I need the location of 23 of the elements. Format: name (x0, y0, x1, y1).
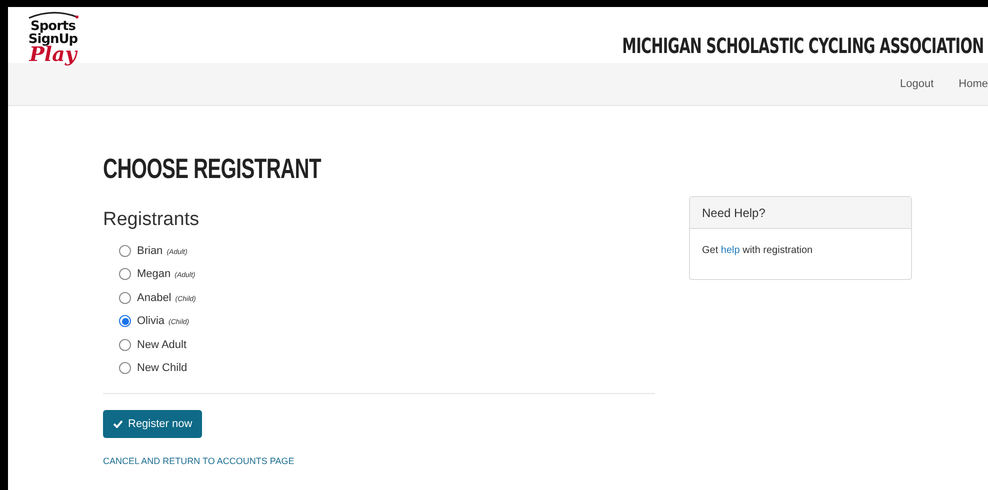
site-title: MICHIGAN SCHOLASTIC CYCLING ASSOCIATION (622, 33, 984, 60)
check-icon (113, 420, 123, 428)
logo-text: SignUp (28, 33, 78, 46)
logo[interactable]: Sports SignUp Play (25, 11, 81, 64)
logo-script: Play (29, 44, 77, 64)
radio-option[interactable]: New Child (119, 356, 655, 380)
help-text: Get help with registration (701, 244, 814, 258)
register-button[interactable]: Register now (103, 410, 202, 438)
radio-option[interactable]: New Adult (119, 333, 655, 356)
radio-button[interactable] (119, 244, 131, 257)
radio-button[interactable] (119, 292, 131, 304)
radio-button[interactable] (119, 268, 131, 280)
nav-link[interactable]: Logout (900, 76, 934, 92)
cancel-link[interactable]: CANCEL AND RETURN TO ACCOUNTS PAGE (103, 455, 294, 468)
panel-title: Need Help? (702, 204, 766, 222)
logo-text: Sports (30, 20, 76, 33)
radio-button[interactable] (119, 315, 131, 328)
radio-button[interactable] (119, 338, 131, 351)
radio-button[interactable] (119, 362, 131, 374)
page-title: CHOOSE REGISTRANT (103, 155, 322, 183)
help-link[interactable]: help (720, 245, 740, 256)
section-heading: Registrants (103, 210, 200, 229)
nav-link[interactable]: Home (958, 76, 988, 92)
